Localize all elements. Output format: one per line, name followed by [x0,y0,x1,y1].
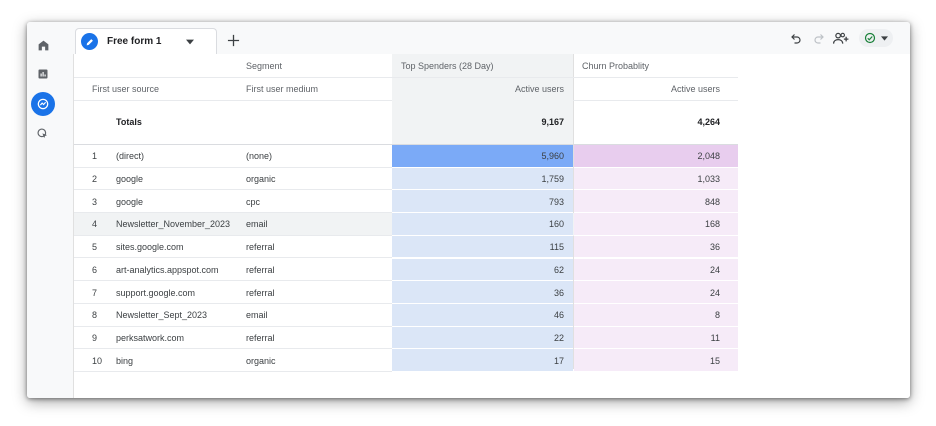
row-value-b: 848 [704,196,720,207]
table-row[interactable]: 8 Newsletter_Sept_2023 email 46 8 [74,303,738,327]
exploration-tabbar: Free form 1 [59,22,910,54]
table-row[interactable]: 4 Newsletter_November_2023 email 160 168 [74,213,738,236]
caret-down-icon[interactable] [186,39,195,45]
totals-label: Totals [116,117,142,127]
segment-header-churn[interactable]: Churn Probablity [582,54,649,77]
row-value-b: 11 [710,332,720,343]
row-value-b: 168 [704,219,720,230]
home-icon[interactable] [31,33,55,57]
table-row[interactable]: 6 art-analytics.appspot.com referral 62 24 [74,258,738,282]
free-form-table: Segment Top Spenders (28 Day) Churn Prob… [73,54,910,398]
totals-value-b: 4,264 [697,117,720,127]
row-divider [74,370,392,372]
row-value-a: 17 [553,355,564,366]
row-source: perksatwork.com [116,332,185,343]
segment-header-top-spenders[interactable]: Top Spenders (28 Day) [401,54,494,77]
row-index: 4 [92,219,98,230]
explore-icon[interactable] [31,92,55,116]
row-value-b: 15 [709,355,720,366]
row-index: 8 [92,310,98,321]
row-value-b: 24 [709,264,720,275]
row-source: support.google.com [116,287,196,298]
row-value-b: 1,033 [697,174,720,185]
row-value-b: 2,048 [697,151,720,162]
row-value-a: 5,960 [541,151,564,162]
row-medium: referral [246,264,275,275]
row-index: 1 [92,151,98,162]
left-nav-rail [27,22,59,398]
row-medium: organic [246,174,276,185]
row-source: bing [116,355,134,366]
row-value-b: 36 [709,242,720,253]
row-index: 9 [92,332,98,343]
row-medium: referral [246,287,275,298]
row-value-a: 36 [553,287,564,298]
row-value-b: 24 [709,287,720,298]
row-medium: referral [246,332,275,343]
table-row[interactable]: 7 support.google.com referral 36 24 [74,281,738,304]
row-value-b: 8 [714,310,720,321]
totals-value-a: 9,167 [541,117,564,127]
row-medium: (none) [246,151,273,162]
row-index: 10 [92,355,103,366]
add-tab-button[interactable] [223,30,243,50]
status-check-icon[interactable] [859,29,893,47]
row-index: 5 [92,242,98,253]
table-row[interactable]: 10 bing organic 17 15 [74,349,738,372]
table-row[interactable]: 5 sites.google.com referral 115 36 [74,235,738,259]
row-source: google [116,196,144,207]
table-row[interactable]: 1 (direct) (none) 5,960 2,048 [74,145,738,168]
row-medium: organic [246,355,276,366]
pencil-icon [81,33,98,50]
reports-icon[interactable] [31,62,55,86]
tab-free-form-1[interactable]: Free form 1 [75,28,217,54]
undo-icon[interactable] [789,31,803,45]
app-window: Free form 1 Segment Top Spenders (28 Day [27,22,910,398]
column-header-active-users-a[interactable]: Active users [392,77,564,100]
column-header-active-users-b[interactable]: Active users [573,77,720,100]
table-row[interactable]: 9 perksatwork.com referral 22 11 [74,326,738,350]
row-index: 6 [92,264,98,275]
row-value-a: 22 [553,332,564,343]
row-medium: referral [246,242,275,253]
column-header-medium[interactable]: First user medium [246,77,318,100]
row-value-a: 115 [549,242,564,253]
row-source: art-analytics.appspot.com [116,264,219,275]
row-value-a: 160 [548,219,564,230]
row-source: google [116,174,144,185]
row-value-a: 62 [553,264,564,275]
table-row[interactable]: 2 google organic 1,759 1,033 [74,167,738,191]
row-medium: email [246,310,268,321]
column-header-source[interactable]: First user source [92,77,159,100]
row-index: 2 [92,174,98,185]
row-value-a: 793 [548,196,564,207]
segment-dimension-header: Segment [246,60,283,71]
row-index: 7 [92,287,98,298]
row-medium: cpc [246,196,261,207]
share-icon[interactable] [832,31,850,45]
table-row[interactable]: 3 google cpc 793 848 [74,190,738,214]
row-source: Newsletter_November_2023 [116,219,231,230]
row-source: sites.google.com [116,242,184,253]
row-index: 3 [92,196,98,207]
advertising-icon[interactable] [31,122,55,146]
row-value-a: 1,759 [541,174,564,185]
row-source: Newsletter_Sept_2023 [116,310,208,321]
row-source: (direct) [116,151,145,162]
row-medium: email [246,219,268,230]
redo-icon[interactable] [812,31,826,45]
tab-label: Free form 1 [107,36,162,47]
row-value-a: 46 [553,310,564,321]
